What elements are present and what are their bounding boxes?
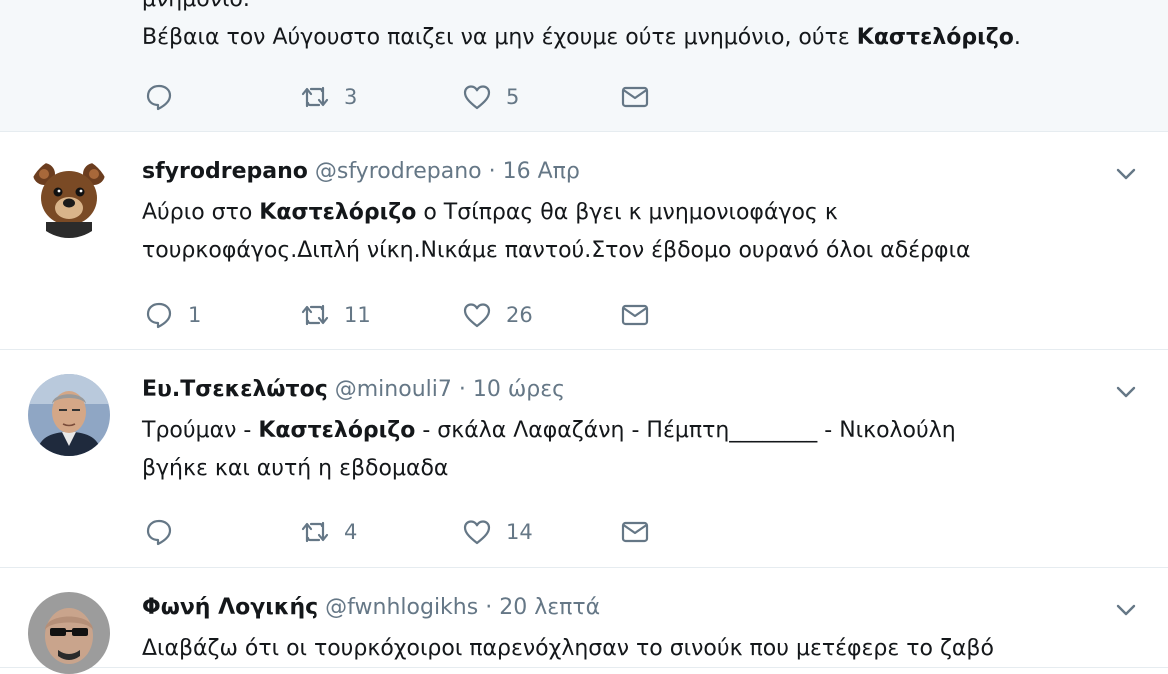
tweet-text-segment: Τρούμαν - — [142, 418, 259, 443]
avatar[interactable] — [28, 374, 110, 456]
reply-icon — [146, 302, 172, 329]
like-button[interactable]: 14 — [462, 515, 533, 549]
chevron-down-icon[interactable] — [1114, 598, 1138, 622]
separator-dot: · — [485, 595, 493, 620]
direct-message-button[interactable] — [620, 515, 650, 549]
retweet-count: 3 — [344, 85, 358, 109]
heart-icon — [463, 85, 491, 110]
retweet-icon — [301, 86, 329, 108]
search-highlight[interactable]: Καστελόριζο — [259, 200, 416, 225]
reply-icon — [146, 519, 172, 546]
timestamp[interactable]: 10 ώρες — [473, 377, 565, 402]
user-handle[interactable]: @minouli7 — [335, 377, 452, 402]
user-handle[interactable]: @sfyrodrepano — [315, 159, 482, 184]
search-highlight[interactable]: Καστελόριζο — [857, 25, 1014, 50]
timestamp[interactable]: 16 Απρ — [503, 159, 580, 184]
envelope-icon — [621, 304, 649, 326]
reply-icon — [146, 84, 172, 111]
chevron-down-icon[interactable] — [1114, 380, 1138, 404]
reply-button[interactable] — [144, 80, 188, 114]
heart-icon — [463, 303, 491, 328]
tweet-card[interactable]: Φωνή Λογικής @fwnhlogikhs · 20 λεπτά Δια… — [0, 568, 1168, 674]
tweet-text: μνημόνιο. Βέβαια τον Αύγουστο παιζει να … — [142, 0, 1021, 57]
like-button[interactable]: 26 — [462, 298, 533, 332]
avatar[interactable] — [28, 156, 110, 238]
envelope-icon — [621, 86, 649, 108]
like-button[interactable]: 5 — [462, 80, 519, 114]
tweet-text-segment: - σκάλα Λαφαζάνη - Πέμπτη________ - Νικο… — [415, 418, 956, 443]
tweet-text-line: βγήκε και αυτή η εβδομαδα — [142, 456, 449, 481]
display-name[interactable]: Φωνή Λογικής — [142, 595, 318, 620]
tweet-text: Τρούμαν - Καστελόριζο - σκάλα Λαφαζάνη -… — [142, 412, 956, 488]
tweet-card[interactable]: Ευ.Τσεκελώτος @minouli7 · 10 ώρες Τρούμα… — [0, 350, 1168, 568]
separator-dot: · — [458, 377, 466, 402]
display-name[interactable]: Ευ.Τσεκελώτος — [142, 377, 328, 402]
retweet-icon — [301, 521, 329, 543]
retweet-icon — [301, 304, 329, 326]
retweet-count: 4 — [344, 520, 358, 544]
separator-dot: · — [488, 159, 496, 184]
tweet-text: Αύριο στο Καστελόριζο ο Τσίπρας θα βγει … — [142, 194, 971, 270]
envelope-icon — [621, 521, 649, 543]
tweet-text-line: τουρκοφάγος.Διπλή νίκη.Νικάμε παντού.Στο… — [142, 238, 971, 263]
tweet-header: sfyrodrepano @sfyrodrepano · 16 Απρ — [142, 159, 580, 184]
like-count: 26 — [506, 303, 533, 327]
tweet-text-segment: Βέβαια τον Αύγουστο παιζει να μην έχουμε… — [142, 25, 857, 50]
reply-count: 1 — [188, 303, 202, 327]
retweet-count: 11 — [344, 303, 371, 327]
heart-icon — [463, 520, 491, 545]
tweet-text-segment: . — [1013, 25, 1021, 50]
timestamp[interactable]: 20 λεπτά — [499, 595, 600, 620]
direct-message-button[interactable] — [620, 80, 650, 114]
tweet-card[interactable]: sfyrodrepano @sfyrodrepano · 16 Απρ Αύρι… — [0, 132, 1168, 350]
reply-button[interactable] — [144, 515, 188, 549]
retweet-button[interactable]: 4 — [300, 515, 357, 549]
user-handle[interactable]: @fwnhlogikhs — [325, 595, 478, 620]
tweet-text-line: Διαβάζω ότι οι τουρκόχοιροι παρενόχλησαν… — [142, 636, 994, 661]
chevron-down-icon[interactable] — [1114, 162, 1138, 186]
tweet-header: Ευ.Τσεκελώτος @minouli7 · 10 ώρες — [142, 377, 565, 402]
direct-message-button[interactable] — [620, 298, 650, 332]
tweet-text: Διαβάζω ότι οι τουρκόχοιροι παρενόχλησαν… — [142, 630, 994, 668]
reply-button[interactable]: 1 — [144, 298, 201, 332]
search-highlight[interactable]: Καστελόριζο — [258, 418, 415, 443]
like-count: 5 — [506, 85, 520, 109]
retweet-button[interactable]: 11 — [300, 298, 371, 332]
tweet-card[interactable]: μνημόνιο. Βέβαια τον Αύγουστο παιζει να … — [0, 0, 1168, 132]
like-count: 14 — [506, 520, 533, 544]
tweet-text-segment: ο Τσίπρας θα βγει κ μνημονιοφάγος κ — [416, 200, 838, 225]
tweet-text-segment: Αύριο στο — [142, 200, 260, 225]
tweet-header: Φωνή Λογικής @fwnhlogikhs · 20 λεπτά — [142, 595, 600, 620]
display-name[interactable]: sfyrodrepano — [142, 159, 308, 184]
retweet-button[interactable]: 3 — [300, 80, 357, 114]
avatar[interactable] — [28, 592, 110, 674]
tweet-text-partial: μνημόνιο. — [142, 0, 1021, 19]
